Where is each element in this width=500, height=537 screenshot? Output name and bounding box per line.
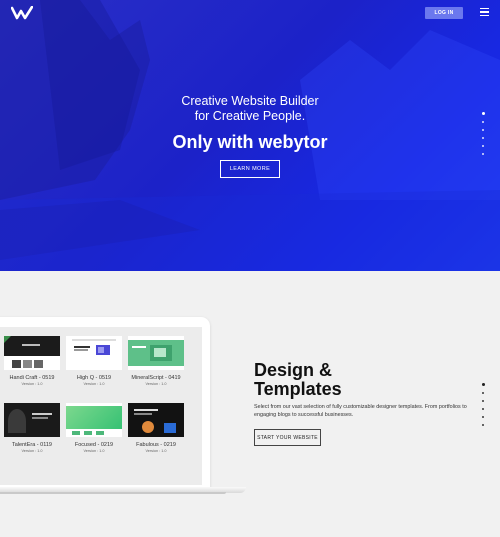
section-dot[interactable] bbox=[482, 424, 484, 426]
template-version: Version : 1.0 bbox=[83, 449, 105, 453]
hero-headline: Only with webytor bbox=[172, 132, 328, 152]
template-name: High Q - 0519 bbox=[76, 375, 112, 381]
template-thumbnail[interactable] bbox=[66, 336, 122, 370]
section-dot[interactable] bbox=[481, 383, 485, 386]
laptop-base-shadow bbox=[0, 492, 226, 494]
slide-dot[interactable] bbox=[482, 121, 484, 123]
template-version: Version : 1.0 bbox=[21, 382, 43, 386]
design-description: Select from our vast selection of fully … bbox=[254, 404, 467, 418]
learn-more-button[interactable]: LEARN MORE bbox=[220, 160, 280, 178]
hero-tagline-line1: Creative Website Builder bbox=[181, 94, 319, 108]
template-card[interactable]: TalentEra - 0119 Version : 1.0 bbox=[4, 403, 60, 454]
template-card[interactable]: High Q - 0519 Version : 1.0 bbox=[66, 336, 122, 387]
template-name: Handi Craft - 0519 bbox=[9, 375, 55, 381]
hero-tagline-line2: for Creative People. bbox=[194, 109, 306, 123]
slide-dot[interactable] bbox=[482, 145, 484, 147]
template-version: Version : 1.0 bbox=[145, 449, 167, 453]
slide-dot[interactable] bbox=[482, 153, 484, 155]
template-version: Version : 1.0 bbox=[21, 449, 43, 453]
slide-dot[interactable] bbox=[482, 137, 484, 139]
webytor-logo[interactable] bbox=[11, 6, 33, 20]
hero-text: Creative Website Builder for Creative Pe… bbox=[0, 94, 500, 153]
template-name: Focused - 0219 bbox=[74, 442, 114, 448]
template-card[interactable]: Handi Craft - 0519 Version : 1.0 bbox=[4, 336, 60, 387]
slide-dot[interactable] bbox=[482, 129, 484, 131]
template-thumbnail[interactable] bbox=[128, 403, 184, 437]
start-your-website-button[interactable]: START YOUR WEBSITE bbox=[254, 429, 321, 446]
template-card[interactable]: Fabulous - 0219 Version : 1.0 bbox=[128, 403, 184, 454]
template-name: Fabulous - 0219 bbox=[136, 442, 176, 448]
slide-dot[interactable] bbox=[481, 112, 485, 115]
template-card[interactable]: MineralScript - 0419 Version : 1.0 bbox=[128, 336, 184, 387]
section-dot[interactable] bbox=[482, 400, 484, 402]
template-name: MineralScript - 0419 bbox=[131, 375, 181, 381]
section-nav-dots[interactable] bbox=[481, 383, 485, 432]
login-button[interactable]: LOG IN bbox=[425, 7, 463, 19]
template-card[interactable]: Focused - 0219 Version : 1.0 bbox=[66, 403, 122, 454]
design-title-line2: Templates bbox=[254, 379, 342, 399]
section-dot[interactable] bbox=[482, 416, 484, 418]
hamburger-menu-icon[interactable] bbox=[480, 8, 489, 16]
section-dot[interactable] bbox=[482, 392, 484, 394]
template-thumbnail[interactable] bbox=[4, 403, 60, 437]
design-section-title: Design & Templates bbox=[254, 361, 454, 399]
template-version: Version : 1.0 bbox=[145, 382, 167, 386]
hero-slide-dots[interactable] bbox=[481, 112, 485, 161]
template-thumbnail[interactable] bbox=[4, 336, 60, 370]
template-thumbnail[interactable] bbox=[66, 403, 122, 437]
hero-section: LOG IN Creative Website Builder for Crea… bbox=[0, 0, 500, 271]
template-name: TalentEra - 0119 bbox=[12, 442, 52, 448]
template-version: Version : 1.0 bbox=[83, 382, 105, 386]
template-thumbnail[interactable] bbox=[128, 336, 184, 370]
section-dot[interactable] bbox=[482, 408, 484, 410]
design-title-line1: Design & bbox=[254, 360, 333, 380]
